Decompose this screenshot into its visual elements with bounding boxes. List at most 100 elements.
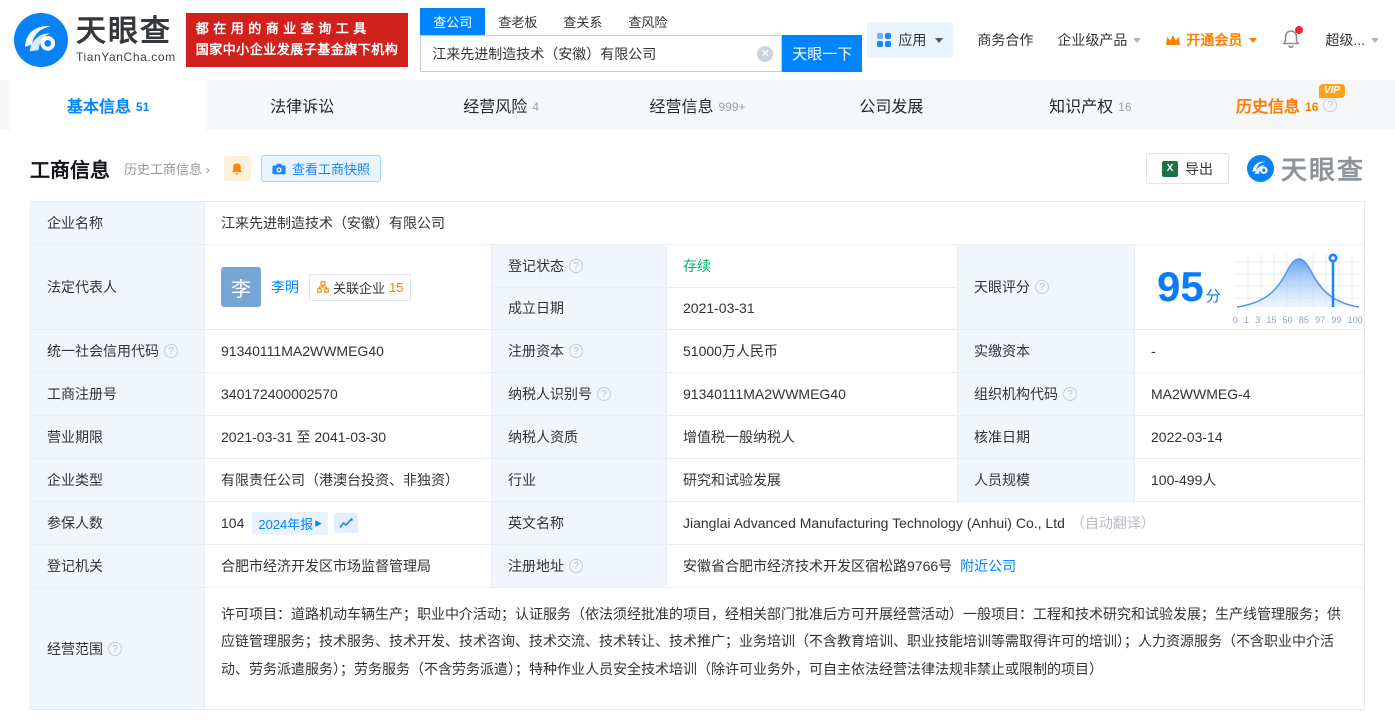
help-icon[interactable]: ? bbox=[108, 641, 122, 656]
insured-trend-button[interactable] bbox=[333, 513, 358, 533]
auto-translate-note: （自动翻译） bbox=[1070, 515, 1155, 531]
business-scope-label: 经营范围 ? bbox=[31, 588, 205, 709]
insured-count-value: 104 2024年报 ▸ bbox=[205, 502, 492, 545]
search-tab-relation[interactable]: 查关系 bbox=[550, 8, 615, 35]
taxpayer-id-value: 91340111MA2WWMEG40 bbox=[667, 373, 958, 416]
registered-address-label-text: 注册地址 bbox=[508, 558, 564, 574]
history-business-info-link[interactable]: 历史工商信息 › bbox=[124, 159, 210, 178]
search-tabs: 查公司 查老板 查关系 查风险 bbox=[420, 8, 862, 35]
industry-value: 研究和试验发展 bbox=[667, 459, 958, 502]
help-icon[interactable]: ? bbox=[164, 344, 178, 358]
search-tab-risk[interactable]: 查风险 bbox=[615, 8, 680, 35]
view-business-snapshot-button[interactable]: 查看工商快照 bbox=[260, 155, 381, 182]
taxpayer-quality-label: 纳税人资质 bbox=[492, 416, 667, 459]
tianyancha-logo-icon bbox=[1246, 155, 1274, 182]
logo-domain: TianYanCha.com bbox=[76, 49, 176, 64]
search-input-wrap: ✕ bbox=[420, 35, 783, 72]
paid-capital-label: 实缴资本 bbox=[958, 330, 1135, 373]
legal-representative-link[interactable]: 李明 bbox=[271, 277, 299, 297]
tab-operating-risk[interactable]: 经营风险 4 bbox=[403, 80, 599, 130]
camera-icon bbox=[272, 163, 286, 174]
business-scope-label-text: 经营范围 bbox=[47, 640, 103, 657]
vip-badge: VIP bbox=[1318, 84, 1345, 98]
nav-apps[interactable]: 应用 bbox=[867, 22, 954, 58]
registration-number-value: 340172400002570 bbox=[205, 373, 492, 416]
staff-size-label: 人员规模 bbox=[958, 459, 1135, 502]
help-icon[interactable]: ? bbox=[1323, 98, 1338, 112]
nav-apps-label: 应用 bbox=[898, 32, 927, 48]
related-companies-tag[interactable]: 关联企业 15 bbox=[309, 273, 412, 301]
export-button[interactable]: X 导出 bbox=[1145, 153, 1229, 184]
search-button[interactable]: 天眼一下 bbox=[782, 35, 863, 72]
org-code-label-text: 组织机构代码 bbox=[974, 386, 1058, 402]
registration-status-value: 存续 bbox=[667, 245, 958, 288]
business-scope-value: 许可项目：道路机动车辆生产；职业中介活动；认证服务（依法须经批准的项目，经相关部… bbox=[205, 588, 1364, 709]
chevron-down-icon bbox=[935, 37, 944, 43]
annual-report-tag[interactable]: 2024年报 ▸ bbox=[252, 511, 328, 535]
logo-text: 天眼查 bbox=[76, 15, 172, 49]
search-tab-company[interactable]: 查公司 bbox=[420, 8, 486, 35]
taxpayer-id-label: 纳税人识别号 ? bbox=[492, 373, 667, 416]
help-icon[interactable]: ? bbox=[1035, 280, 1049, 294]
registration-status-label: 登记状态 ? bbox=[492, 245, 667, 288]
nav-business-cooperation[interactable]: 商务合作 bbox=[977, 30, 1033, 50]
credit-code-label: 统一社会信用代码 ? bbox=[31, 330, 205, 373]
tab-history-info[interactable]: VIP 历史信息 16 ? bbox=[1189, 80, 1385, 130]
tab-intellectual-property[interactable]: 知识产权 16 bbox=[992, 80, 1188, 130]
taxpayer-quality-value: 增值税一般纳税人 bbox=[667, 416, 958, 459]
tab-company-development[interactable]: 公司发展 bbox=[796, 80, 992, 130]
company-type-value: 有限责任公司（港澳台投资、非独资） bbox=[205, 459, 492, 502]
tab-business-info[interactable]: 经营信息 999+ bbox=[599, 80, 795, 130]
help-icon[interactable]: ? bbox=[569, 258, 583, 273]
english-name-label: 英文名称 bbox=[492, 502, 667, 545]
industry-label: 行业 bbox=[492, 459, 667, 502]
notifications-bell[interactable] bbox=[1281, 25, 1304, 52]
nav-enterprise-products[interactable]: 企业级产品 bbox=[1057, 30, 1142, 50]
tab-count: 16 bbox=[1118, 99, 1132, 114]
snapshot-button-label: 查看工商快照 bbox=[291, 162, 370, 177]
nav-user-menu[interactable]: 超级... bbox=[1325, 30, 1379, 50]
bell-icon bbox=[232, 162, 243, 175]
chevron-down-icon bbox=[1133, 37, 1142, 43]
nav-user-label: 超级... bbox=[1325, 32, 1365, 48]
org-code-label: 组织机构代码 ? bbox=[958, 373, 1135, 416]
avatar[interactable]: 李 bbox=[221, 267, 261, 307]
nav-open-vip[interactable]: 开通会员 bbox=[1165, 30, 1258, 50]
tianyancha-logo-icon bbox=[14, 13, 68, 67]
nearby-companies-link[interactable]: 附近公司 bbox=[960, 556, 1016, 576]
tab-label: 基本信息 bbox=[67, 99, 132, 116]
staff-size-value: 100-499人 bbox=[1135, 459, 1364, 502]
history-link-label: 历史工商信息 bbox=[124, 162, 203, 177]
tab-label: 公司发展 bbox=[859, 99, 924, 116]
tab-label: 法律诉讼 bbox=[270, 99, 335, 116]
english-name-text: Jianglai Advanced Manufacturing Technolo… bbox=[683, 515, 1065, 531]
tab-basic-info[interactable]: 基本信息 51 bbox=[10, 80, 207, 130]
clear-search-icon[interactable]: ✕ bbox=[757, 45, 774, 62]
bell-curve-chart bbox=[1234, 253, 1361, 308]
help-icon[interactable]: ? bbox=[1063, 387, 1077, 401]
registered-capital-value: 51000万人民币 bbox=[667, 330, 958, 373]
business-info-table: 企业名称 江来先进制造技术（安徽）有限公司 法定代表人 李 李明 关联企业 15… bbox=[30, 201, 1365, 710]
tab-label: 知识产权 bbox=[1049, 99, 1114, 116]
business-term-value: 2021-03-31 至 2041-03-30 bbox=[205, 416, 492, 459]
score-distribution-chart[interactable]: 01 3 15 50 85 97 99 100 bbox=[1233, 250, 1363, 325]
registered-capital-label: 注册资本 ? bbox=[492, 330, 667, 373]
search-tab-boss[interactable]: 查老板 bbox=[485, 8, 550, 35]
tab-legal-proceedings[interactable]: 法律诉讼 bbox=[206, 80, 402, 130]
section-toolbar: 工商信息 历史工商信息 › 查看工商快照 X 导出 天眼查 bbox=[0, 130, 1395, 199]
help-icon[interactable]: ? bbox=[597, 387, 611, 401]
tab-label: 经营信息 bbox=[649, 99, 714, 116]
help-icon[interactable]: ? bbox=[569, 344, 583, 358]
help-icon[interactable]: ? bbox=[569, 559, 583, 573]
tianyancha-logo[interactable]: 天眼查 TianYanCha.com bbox=[14, 13, 176, 67]
notification-dot bbox=[1295, 25, 1304, 34]
tab-label: 历史信息 bbox=[1236, 99, 1301, 116]
search-input[interactable] bbox=[432, 45, 758, 62]
tianyan-score-label: 天眼评分 ? bbox=[958, 245, 1135, 330]
credit-code-value: 91340111MA2WWMEG40 bbox=[205, 330, 492, 373]
brand-slogan-banner: 都在用的商业查询工具 国家中小企业发展子基金旗下机构 bbox=[185, 13, 409, 67]
monitor-bell-button[interactable] bbox=[223, 156, 251, 181]
banner-line1: 都在用的商业查询工具 bbox=[195, 21, 371, 37]
excel-icon: X bbox=[1161, 160, 1178, 177]
apps-grid-icon bbox=[877, 33, 892, 47]
